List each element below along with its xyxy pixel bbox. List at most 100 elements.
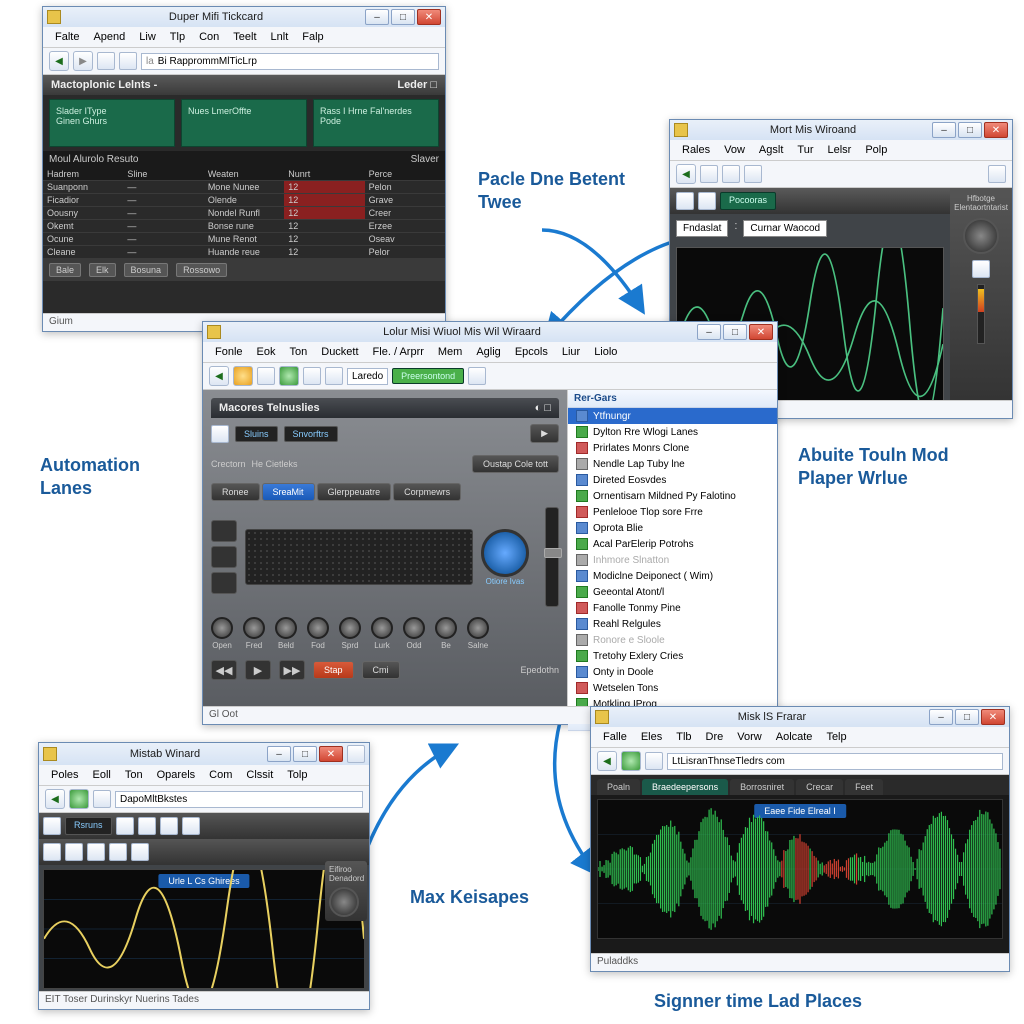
mini-button[interactable]: Bale	[49, 263, 81, 277]
tool-icon[interactable]	[303, 367, 321, 385]
preset-box-2[interactable]: Nues LmerOffte	[181, 99, 307, 147]
menu-item[interactable]: Aolcate	[770, 729, 819, 745]
tab[interactable]: Ronee	[211, 483, 260, 501]
close-button[interactable]: ✕	[981, 709, 1005, 725]
knob[interactable]	[211, 617, 233, 639]
tool-icon[interactable]	[257, 367, 275, 385]
menu-item[interactable]: Ton	[119, 767, 149, 783]
menu-item[interactable]: Duckett	[315, 344, 364, 360]
strip-icon[interactable]	[698, 192, 716, 210]
next-button[interactable]: ▶▶	[279, 660, 305, 680]
back-button[interactable]	[597, 751, 617, 771]
menu-item[interactable]: Com	[203, 767, 238, 783]
menu-item[interactable]: Vorw	[731, 729, 767, 745]
menu-item[interactable]: Eok	[251, 344, 282, 360]
menu-item[interactable]: Ton	[284, 344, 314, 360]
minimize-button[interactable]: –	[932, 122, 956, 138]
maximize-button[interactable]: □	[955, 709, 979, 725]
dropdown[interactable]: Rsruns	[65, 817, 112, 835]
strip-icon[interactable]	[182, 817, 200, 835]
close-button[interactable]: ✕	[984, 122, 1008, 138]
list-item[interactable]: Penlelooe Tlop sore Frre	[568, 504, 777, 520]
table-row[interactable]: Suanponn—Mone Nunee12Pelon	[43, 181, 445, 194]
strip-icon[interactable]	[87, 843, 105, 861]
check-button[interactable]: Oustap Cole tott	[472, 455, 559, 473]
menu-item[interactable]: Tlb	[670, 729, 697, 745]
go-button[interactable]	[621, 751, 641, 771]
list-item[interactable]: Tretohy Exlery Cries	[568, 648, 777, 664]
close-button[interactable]: ✕	[749, 324, 773, 340]
tool-icon[interactable]	[325, 367, 343, 385]
preset-box-3[interactable]: Rass I Hrne Fal'nerdesPode	[313, 99, 439, 147]
stop-button[interactable]	[233, 366, 253, 386]
table-row[interactable]: Cleane—Huande reue12Pelor	[43, 246, 445, 259]
mini-button[interactable]: Bosuna	[124, 263, 169, 277]
menu-item[interactable]: Liw	[133, 29, 162, 45]
list-item[interactable]: Onty in Doole	[568, 664, 777, 680]
address-bar[interactable]: LtLisranThnseTledrs com	[667, 753, 1003, 770]
pad-button[interactable]	[211, 520, 237, 542]
menu-item[interactable]: Falle	[597, 729, 633, 745]
tab[interactable]: Braedeepersons	[642, 779, 728, 795]
table-row[interactable]: Ficadior—Olende12Grave	[43, 194, 445, 207]
extra-icon[interactable]	[347, 745, 365, 763]
dropdown[interactable]: Sluins	[235, 426, 278, 442]
home-icon[interactable]	[97, 52, 115, 70]
list-item[interactable]: Dylton Rre Wlogi Lanes	[568, 424, 777, 440]
list-item[interactable]: Ronore e Sloole	[568, 632, 777, 648]
menu-item[interactable]: Lnlt	[265, 29, 295, 45]
fader[interactable]	[545, 507, 559, 607]
list-item[interactable]: Nendle Lap Tuby lne	[568, 456, 777, 472]
menu-item[interactable]: Fle. / Arprr	[367, 344, 430, 360]
menu-item[interactable]: Teelt	[227, 29, 262, 45]
tool-icon[interactable]	[468, 367, 486, 385]
menu-item[interactable]: Mem	[432, 344, 468, 360]
preset-box-1[interactable]: Slader ITypeGinen Ghurs	[49, 99, 175, 147]
list-item[interactable]: Direted Eosvdes	[568, 472, 777, 488]
tool-icon[interactable]	[722, 165, 740, 183]
ctrl-icon[interactable]	[211, 425, 229, 443]
go-button[interactable]	[69, 789, 89, 809]
strip-icon[interactable]	[138, 817, 156, 835]
minimize-button[interactable]: –	[929, 709, 953, 725]
maximize-button[interactable]: □	[293, 746, 317, 762]
tab[interactable]: Crecar	[796, 779, 843, 795]
menu-item[interactable]: Polp	[859, 142, 893, 158]
tab[interactable]: Poaln	[597, 779, 640, 795]
menu-item[interactable]: Con	[193, 29, 225, 45]
menu-item[interactable]: Eoll	[87, 767, 117, 783]
list-item[interactable]: Ornentisarn Mildned Py Falotino	[568, 488, 777, 504]
address-bar[interactable]: laBi RapprommMlTicLrp	[141, 53, 439, 70]
menu-item[interactable]: Clssit	[240, 767, 279, 783]
table-row[interactable]: Ocune—Mune Renot12Oseav	[43, 233, 445, 246]
knob[interactable]	[467, 617, 489, 639]
tool-icon[interactable]	[988, 165, 1006, 183]
forward-button[interactable]	[73, 51, 93, 71]
list-item[interactable]: Oprota Blie	[568, 520, 777, 536]
mini-button[interactable]: Rossowo	[176, 263, 227, 277]
menu-item[interactable]: Liur	[556, 344, 586, 360]
strip-icon[interactable]	[676, 192, 694, 210]
knob[interactable]	[371, 617, 393, 639]
list-item[interactable]: Wetselen Tons	[568, 680, 777, 696]
tool-icon[interactable]	[93, 790, 111, 808]
menu-item[interactable]: Agslt	[753, 142, 789, 158]
check-button[interactable]: ▶	[530, 424, 559, 443]
tool-icon[interactable]	[645, 752, 663, 770]
back-button[interactable]	[49, 51, 69, 71]
strip-icon[interactable]	[160, 817, 178, 835]
knob[interactable]	[435, 617, 457, 639]
menu-item[interactable]: Oparels	[151, 767, 202, 783]
menu-item[interactable]: Falte	[49, 29, 85, 45]
tool-icon[interactable]	[700, 165, 718, 183]
menu-item[interactable]: Falp	[296, 29, 329, 45]
side-icon[interactable]	[972, 260, 990, 278]
tab[interactable]: Feet	[845, 779, 883, 795]
tool-icon[interactable]	[744, 165, 762, 183]
dot-grid[interactable]	[245, 529, 473, 585]
list-item[interactable]: Geeontal Atont/l	[568, 584, 777, 600]
maximize-button[interactable]: □	[391, 9, 415, 25]
refresh-icon[interactable]	[119, 52, 137, 70]
list-item[interactable]: Reahl Relgules	[568, 616, 777, 632]
knob[interactable]	[275, 617, 297, 639]
